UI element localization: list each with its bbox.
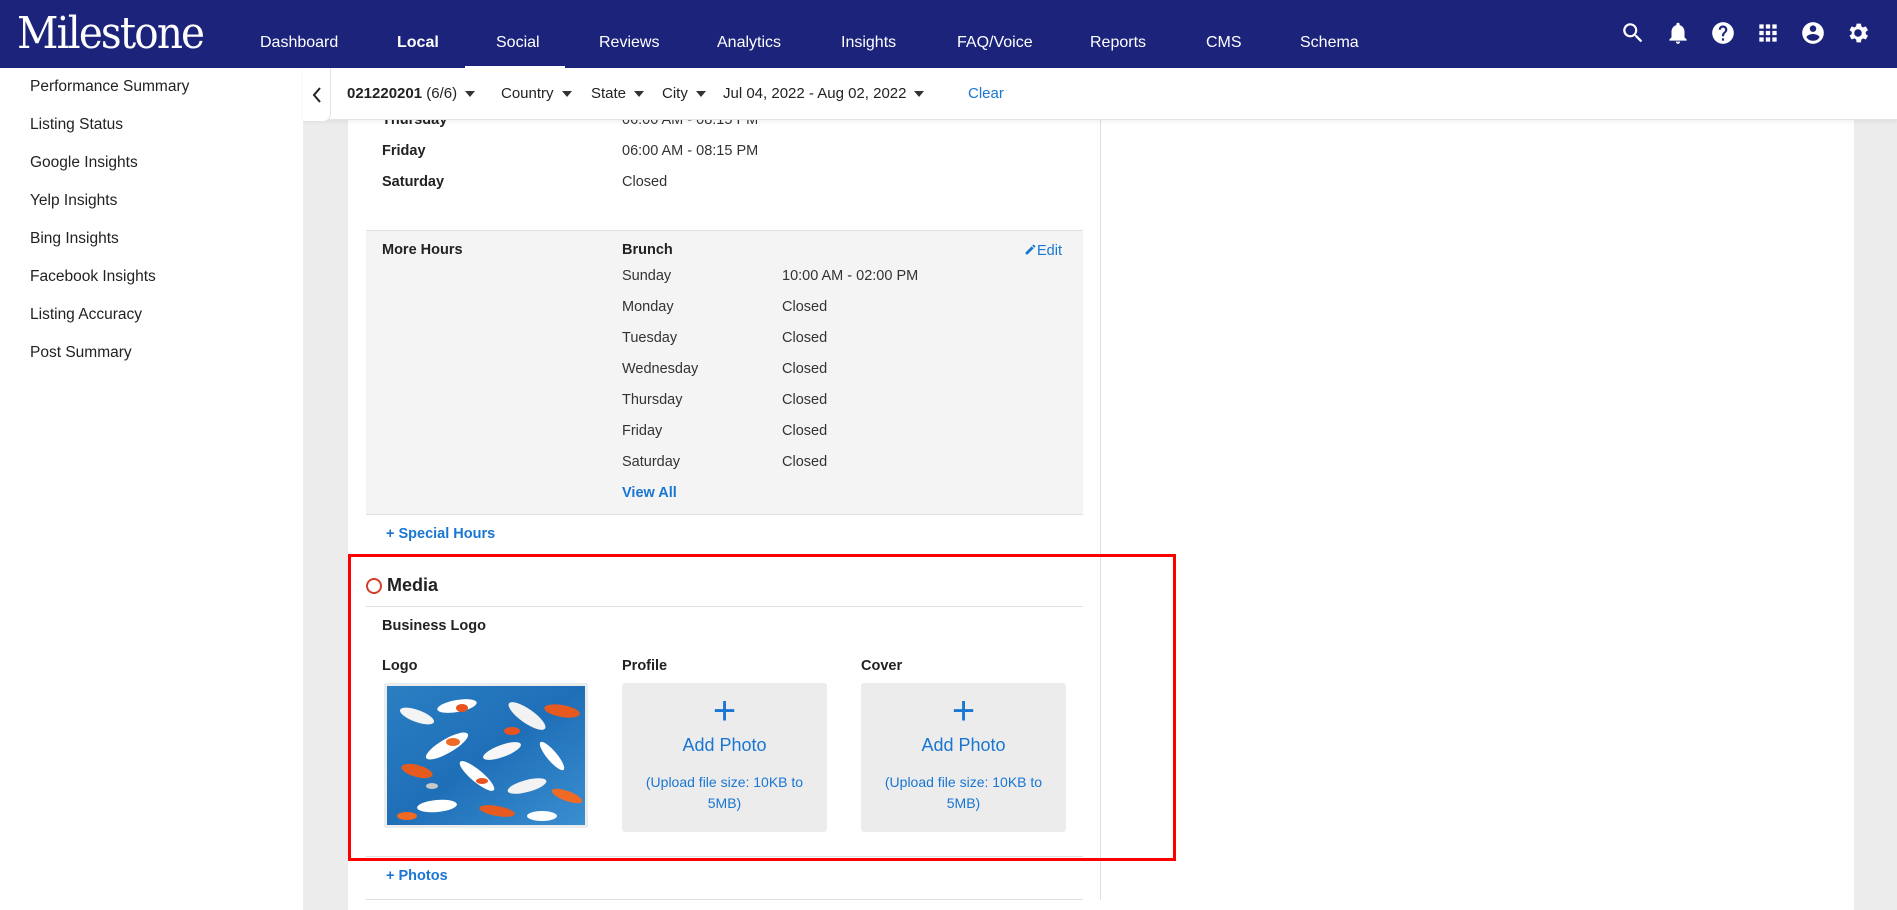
search-icon[interactable] [1620,20,1646,46]
date-range-label: Jul 04, 2022 - Aug 02, 2022 [723,85,907,102]
add-photos-link[interactable]: + Photos [386,868,448,884]
sidebar-item-facebook-insights[interactable]: Facebook Insights [30,268,156,286]
help-icon[interactable] [1710,20,1736,46]
upload-size-hint: (Upload file size: 10KB to 5MB) [645,774,804,811]
filter-bar: 021220201 (6/6) Country State City Jul 0… [303,68,1897,122]
koi-fish-photo [387,686,585,825]
nav-local[interactable]: Local [397,34,439,52]
date-range-filter[interactable]: Jul 04, 2022 - Aug 02, 2022 [723,85,925,102]
caret-down-icon [914,91,925,98]
hours-day: Friday [382,143,426,159]
edit-more-hours-button[interactable]: Edit [1024,243,1062,259]
divider [366,856,1083,857]
account-icon[interactable] [1800,20,1826,46]
more-hours-day: Friday [622,423,663,439]
pencil-icon [1025,244,1036,255]
plus-icon: + [712,689,737,733]
more-hours-type: Brunch [622,242,673,258]
more-hours-day: Tuesday [622,330,678,346]
nav-insights[interactable]: Insights [841,34,896,52]
caret-down-icon [465,91,476,98]
media-header: Media [366,575,438,596]
nav-faq-voice[interactable]: FAQ/Voice [957,34,1033,52]
sidebar-item-listing-accuracy[interactable]: Listing Accuracy [30,306,142,324]
more-hours-day: Monday [622,299,674,315]
logo-image-koi-fish[interactable] [384,683,588,828]
location-id: 021220201 [347,85,423,102]
add-photo-label: Add Photo [682,735,767,755]
nav-schema[interactable]: Schema [1300,34,1359,52]
location-filter[interactable]: 021220201 (6/6) [347,85,476,102]
clear-filters-link[interactable]: Clear [968,85,1004,102]
top-navbar: Milestone Dashboard Local Social Reviews… [0,0,1897,69]
add-photo-label: Add Photo [921,735,1006,755]
more-hours-time: Closed [782,299,828,315]
divider [366,606,1083,607]
media-title: Media [387,575,439,595]
nav-cms[interactable]: CMS [1206,34,1242,52]
view-all-link[interactable]: View All [622,485,677,501]
more-hours-time: Closed [782,330,828,346]
nav-social[interactable]: Social [496,34,540,52]
sidebar-item-performance-summary[interactable]: Performance Summary [30,78,189,96]
add-special-hours-link[interactable]: + Special Hours [386,526,495,542]
collapse-sidebar-button[interactable] [303,68,331,122]
more-hours-time: 10:00 AM - 02:00 PM [782,268,919,284]
state-label: State [591,85,627,102]
more-hours-time: Closed [782,392,828,408]
apps-grid-icon[interactable] [1755,20,1781,46]
location-count: (6/6) [426,85,458,102]
caret-down-icon [561,91,572,98]
settings-icon[interactable] [1845,20,1871,46]
edit-label: Edit [1037,243,1062,259]
column-divider [1100,120,1101,900]
profile-label: Profile [622,658,668,674]
milestone-logo[interactable]: Milestone [17,8,205,59]
hours-time: Closed [622,174,668,190]
state-filter[interactable]: State [591,85,645,102]
more-hours-label: More Hours [382,242,463,258]
sidebar-item-google-insights[interactable]: Google Insights [30,154,138,172]
more-hours-time: Closed [782,361,828,377]
country-label: Country [501,85,554,102]
more-hours-day: Thursday [622,392,683,408]
status-circle-icon [366,577,382,594]
profile-photo-upload[interactable]: + Add Photo (Upload file size: 10KB to 5… [622,683,827,832]
caret-down-icon [634,91,645,98]
sidebar: Performance Summary Listing Status Googl… [0,68,303,910]
nav-reports[interactable]: Reports [1090,34,1146,52]
business-logo-label: Business Logo [382,618,486,634]
caret-down-icon [695,91,706,98]
nav-dashboard[interactable]: Dashboard [260,34,338,52]
plus-icon: + [951,689,976,733]
city-filter[interactable]: City [662,85,706,102]
sidebar-item-post-summary[interactable]: Post Summary [30,344,132,362]
country-filter[interactable]: Country [501,85,572,102]
upload-size-hint: (Upload file size: 10KB to 5MB) [884,774,1043,811]
more-hours-time: Closed [782,454,828,470]
sidebar-item-yelp-insights[interactable]: Yelp Insights [30,192,117,210]
logo-label: Logo [382,658,418,674]
sidebar-item-bing-insights[interactable]: Bing Insights [30,230,119,248]
hours-time: 06:00 AM - 08:15 PM [622,143,759,159]
more-hours-section [366,230,1083,515]
nav-analytics[interactable]: Analytics [717,34,781,52]
hours-day: Saturday [382,174,445,190]
more-hours-day: Saturday [622,454,681,470]
divider [366,899,1083,900]
sidebar-item-listing-status[interactable]: Listing Status [30,116,123,134]
more-hours-time: Closed [782,423,828,439]
cover-photo-upload[interactable]: + Add Photo (Upload file size: 10KB to 5… [861,683,1066,832]
more-hours-day: Wednesday [622,361,699,377]
nav-reviews[interactable]: Reviews [599,34,659,52]
bell-icon[interactable] [1665,20,1691,46]
more-hours-day: Sunday [622,268,672,284]
chevron-left-icon [312,86,321,103]
cover-label: Cover [861,658,903,674]
city-label: City [662,85,688,102]
